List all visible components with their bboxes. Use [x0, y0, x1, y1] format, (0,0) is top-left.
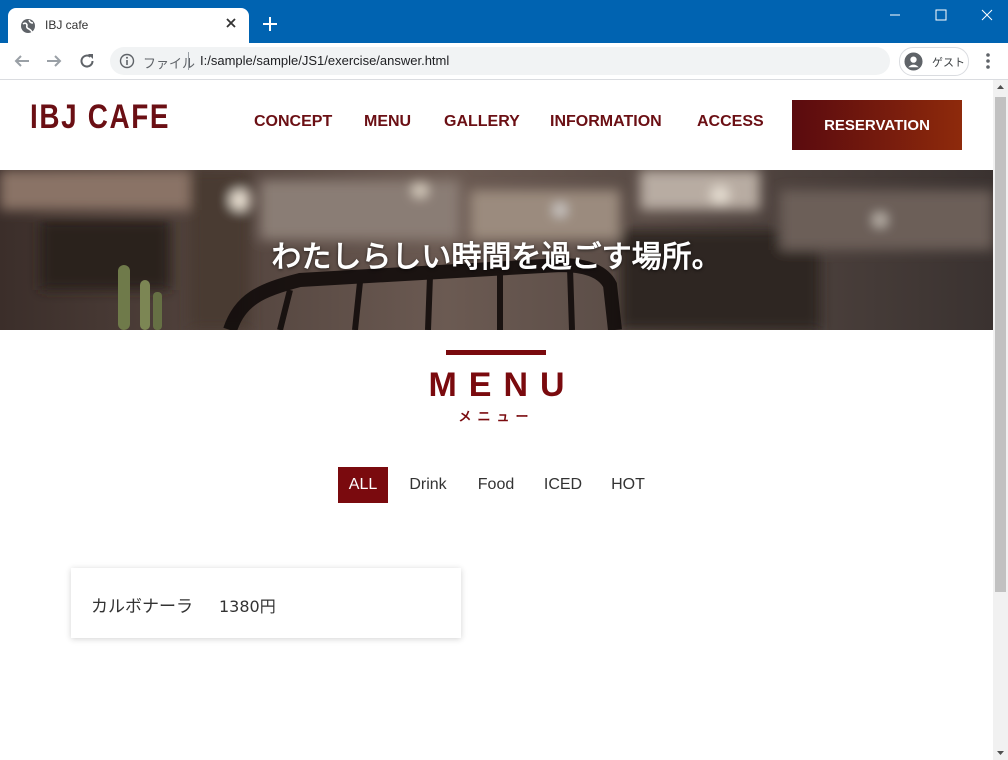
nav-information[interactable]: INFORMATION	[550, 113, 662, 131]
hero-banner: わたしらしい時間を過ごす場所。	[0, 170, 993, 330]
back-arrow-icon[interactable]	[13, 52, 31, 70]
browser-titlebar: IBJ cafe	[0, 0, 1008, 43]
menu-item-name: カルボナーラ	[91, 597, 193, 617]
forward-arrow-icon[interactable]	[45, 52, 63, 70]
avatar-icon	[904, 52, 923, 71]
hero-tagline: わたしらしい時間を過ごす場所。	[271, 240, 722, 275]
menu-item-price: 1380円	[219, 597, 276, 616]
scroll-down-arrow-icon[interactable]	[993, 745, 1008, 760]
url-separator	[188, 52, 189, 70]
close-icon[interactable]	[223, 15, 239, 31]
filter-food[interactable]: Food	[468, 467, 524, 503]
nav-concept[interactable]: CONCEPT	[254, 113, 332, 131]
address-bar[interactable]: ファイル I:/sample/sample/JS1/exercise/answe…	[110, 47, 890, 75]
site-logo[interactable]: IBJ CAFE	[30, 98, 170, 137]
page-scrollbar[interactable]	[993, 80, 1008, 760]
filter-iced[interactable]: ICED	[534, 467, 592, 503]
reservation-button[interactable]: RESERVATION	[792, 100, 962, 150]
browser-toolbar: ファイル I:/sample/sample/JS1/exercise/answe…	[0, 43, 1008, 80]
info-icon[interactable]	[119, 53, 135, 69]
page-viewport: IBJ CAFE CONCEPT MENU GALLERY INFORMATIO…	[0, 80, 993, 760]
reload-icon[interactable]	[78, 52, 96, 70]
section-accent-bar	[446, 350, 546, 355]
maximize-icon[interactable]	[918, 0, 964, 30]
section-subtitle: メニュー	[458, 410, 535, 425]
url-text[interactable]: I:/sample/sample/JS1/exercise/answer.htm…	[200, 53, 449, 68]
globe-icon	[21, 19, 35, 33]
section-title: MENU	[428, 366, 577, 404]
browser-tab[interactable]: IBJ cafe	[8, 8, 249, 43]
window-close-icon[interactable]	[964, 0, 1008, 30]
scrollbar-thumb[interactable]	[995, 97, 1006, 592]
nav-access[interactable]: ACCESS	[697, 113, 764, 131]
new-tab-icon[interactable]	[261, 15, 279, 33]
profile-label: ゲスト	[932, 57, 965, 69]
scroll-up-arrow-icon[interactable]	[993, 80, 1008, 95]
kebab-menu-icon[interactable]	[980, 52, 996, 70]
tab-title: IBJ cafe	[45, 18, 89, 32]
filter-drink[interactable]: Drink	[398, 467, 458, 503]
profile-button[interactable]: ゲスト	[899, 47, 969, 76]
nav-menu[interactable]: MENU	[364, 113, 411, 131]
menu-item-card: カルボナーラ 1380円	[71, 568, 461, 638]
filter-hot[interactable]: HOT	[602, 467, 654, 503]
minimize-icon[interactable]	[872, 0, 918, 30]
nav-gallery[interactable]: GALLERY	[444, 113, 520, 131]
filter-all[interactable]: ALL	[338, 467, 388, 503]
